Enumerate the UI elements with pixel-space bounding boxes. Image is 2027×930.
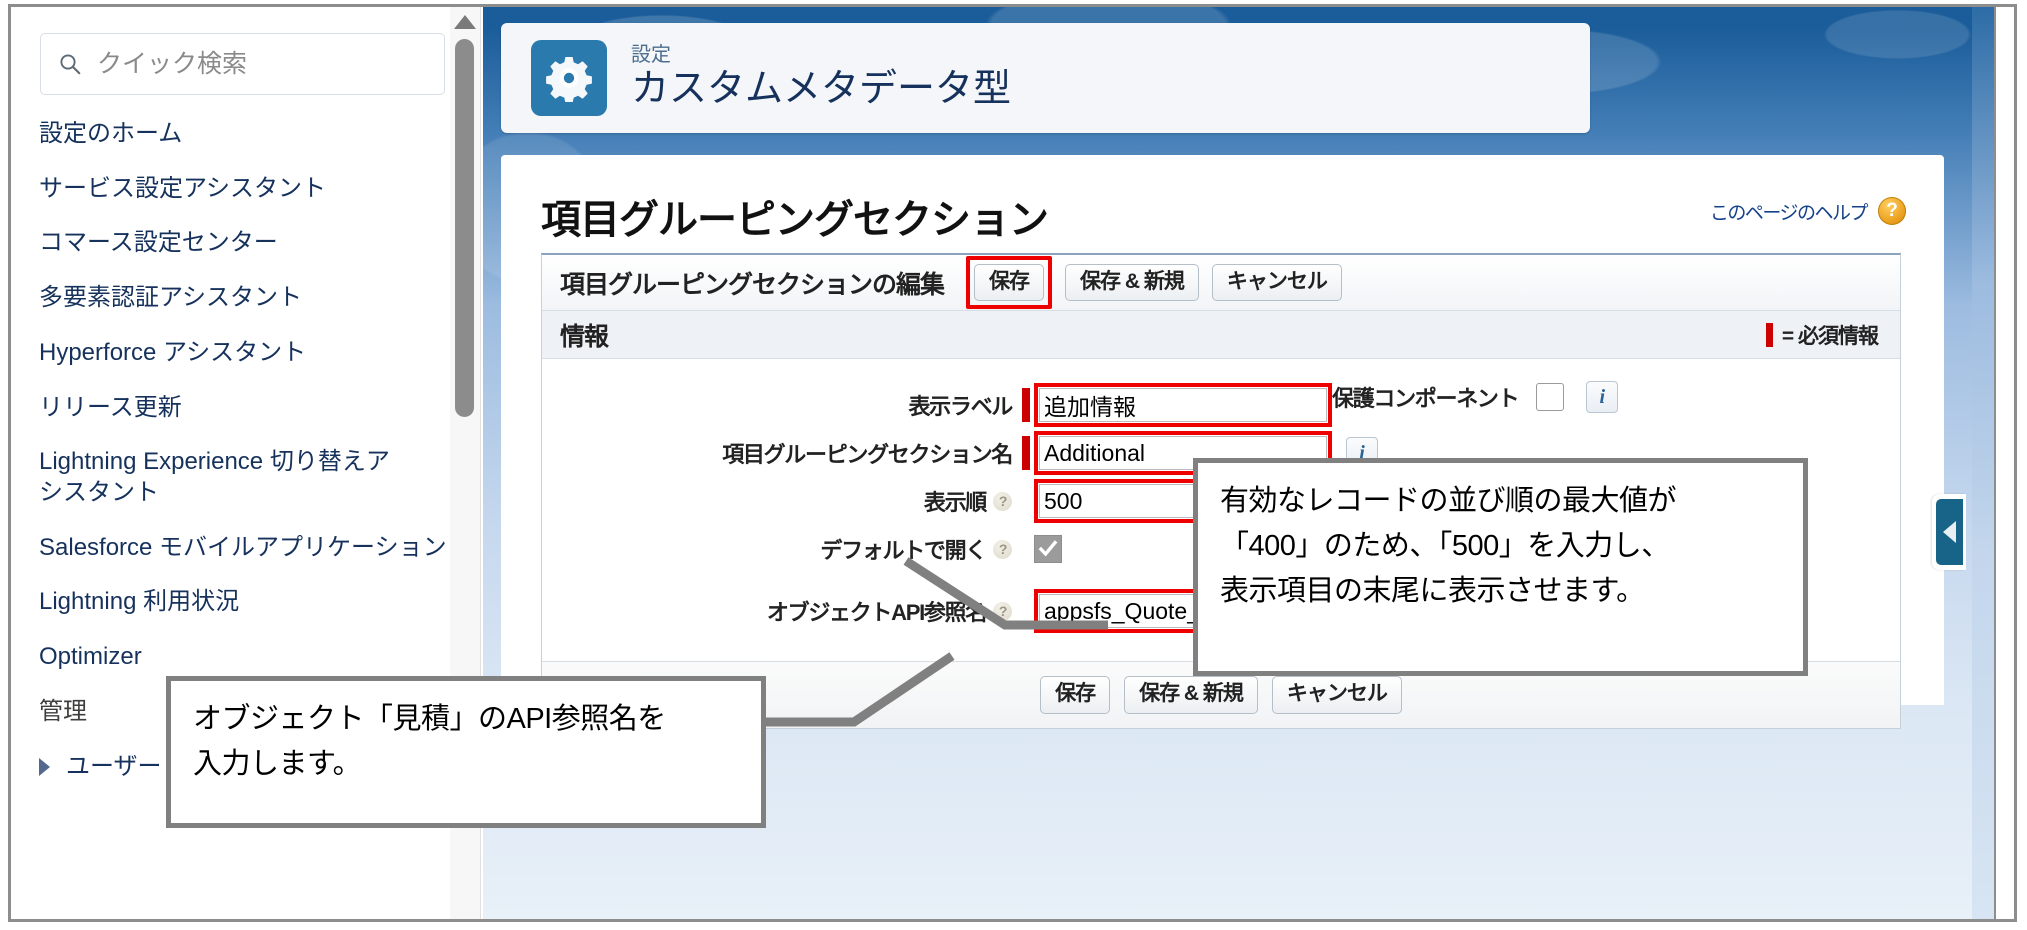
required-legend-label: = 必須情報: [1781, 324, 1879, 348]
required-marker-icon: [1765, 322, 1773, 347]
callout-line: 表示項目の末尾に表示させます。: [1220, 574, 1645, 607]
header-title: カスタムメタデータ型: [631, 68, 1012, 111]
protected-component-label: 保護コンポーネント: [1332, 386, 1520, 411]
required-marker-spacer: [1022, 484, 1030, 518]
callout-line: 有効なレコードの並び順の最大値が: [1220, 485, 1677, 517]
required-marker-icon: [1022, 388, 1030, 422]
sidebar-item-release-updates[interactable]: リリース更新: [11, 381, 480, 436]
save-button-top[interactable]: 保存: [974, 263, 1045, 302]
quick-search-box[interactable]: [40, 33, 445, 95]
setup-header-card: 設定 カスタムメタデータ型: [501, 23, 1590, 133]
scrollbar-thumb[interactable]: [455, 39, 474, 417]
display-label-input[interactable]: [1039, 388, 1327, 422]
sidebar-item-service-setup-assistant[interactable]: サービス設定アシスタント: [11, 162, 480, 217]
required-marker-icon: [1022, 436, 1030, 470]
field-label: 表示ラベル: [542, 389, 1022, 421]
sidebar-item-salesforce-mobile-app[interactable]: Salesforce モバイルアプリケーション: [11, 521, 480, 576]
panel-header: 項目グルーピングセクションの編集 保存 保存 & 新規 キャンセル: [542, 255, 1900, 311]
collapse-panel-tab[interactable]: [1932, 494, 1966, 570]
field-label: 項目グルーピングセクション名: [542, 437, 1022, 469]
window-right-edge: [1994, 7, 2010, 919]
information-section-bar: 情報 = 必須情報: [542, 311, 1900, 359]
field-label-text: 表示ラベル: [908, 394, 1013, 419]
help-question-icon[interactable]: ?: [1878, 197, 1906, 225]
page-title: 項目グルーピングセクション: [541, 198, 1049, 242]
field-row-protected-component: 保護コンポーネント i: [1332, 381, 1619, 413]
help-bubble-icon[interactable]: ?: [993, 491, 1012, 511]
sidebar-item-lightning-usage[interactable]: Lightning 利用状況: [11, 575, 480, 630]
panel-header-title: 項目グルーピングセクションの編集: [560, 270, 945, 299]
save-and-new-button-top[interactable]: 保存 & 新規: [1065, 263, 1199, 302]
sidebar-item-hyperforce-assistant[interactable]: Hyperforce アシスタント: [11, 326, 480, 381]
callout-line: 「400」のため、「500」を入力し、: [1220, 529, 1670, 562]
header-eyebrow: 設定: [631, 44, 671, 67]
info-icon[interactable]: i: [1586, 381, 1619, 413]
screenshot-root: 設定のホーム サービス設定アシスタント コマース設定センター 多要素認証アシスタ…: [0, 0, 2027, 930]
save-and-new-button-bottom[interactable]: 保存 & 新規: [1124, 676, 1258, 714]
field-label: 表示順 ?: [542, 485, 1022, 517]
search-input[interactable]: [95, 48, 399, 80]
gear-icon: [531, 40, 607, 116]
information-section-title: 情報: [560, 322, 609, 351]
required-legend: = 必須情報: [1765, 320, 1879, 350]
header-text-block: 設定 カスタムメタデータ型: [631, 44, 1011, 112]
search-icon: [59, 53, 81, 75]
cancel-button-top[interactable]: キャンセル: [1211, 263, 1342, 302]
help-for-this-page[interactable]: このページのヘルプ ?: [1710, 197, 1906, 225]
field-control: [1022, 383, 1332, 427]
callout-line: 入力します。: [193, 747, 362, 780]
save-button-highlight: 保存: [966, 255, 1053, 310]
sidebar-item-label: ユーザー: [66, 752, 162, 780]
sidebar-item-mfa-assistant[interactable]: 多要素認証アシスタント: [11, 271, 480, 326]
field-row-display-label: 表示ラベル: [542, 381, 1900, 429]
caret-left-icon: [1935, 499, 1963, 565]
field-label-text: 項目グルーピングセクション名: [722, 442, 1013, 467]
highlight-box: [1034, 383, 1332, 427]
sidebar-item-lightning-experience-transition-assistant[interactable]: Lightning Experience 切り替えアシスタント: [11, 435, 480, 520]
sidebar-item-commerce-setup-center[interactable]: コマース設定センター: [11, 216, 480, 271]
help-link[interactable]: このページのヘルプ: [1710, 198, 1869, 225]
callout-line: オブジェクト「見積」のAPI参照名を: [193, 703, 666, 735]
panel-header-buttons: 保存 保存 & 新規 キャンセル: [966, 255, 1342, 310]
callout-display-order: 有効なレコードの並び順の最大値が 「400」のため、「500」を入力し、 表示項…: [1193, 458, 1808, 676]
save-button-bottom[interactable]: 保存: [1040, 676, 1111, 714]
field-label-text: 表示順: [923, 490, 987, 515]
cancel-button-bottom[interactable]: キャンセル: [1271, 676, 1402, 714]
chevron-right-icon: [39, 757, 50, 776]
scroll-up-arrow-icon[interactable]: [454, 15, 476, 29]
sidebar-item-setup-home[interactable]: 設定のホーム: [11, 107, 480, 162]
protected-component-checkbox[interactable]: [1536, 383, 1565, 411]
background-right-strip: [1972, 7, 1994, 919]
callout-object-api-name: オブジェクト「見積」のAPI参照名を 入力します。: [166, 676, 766, 828]
